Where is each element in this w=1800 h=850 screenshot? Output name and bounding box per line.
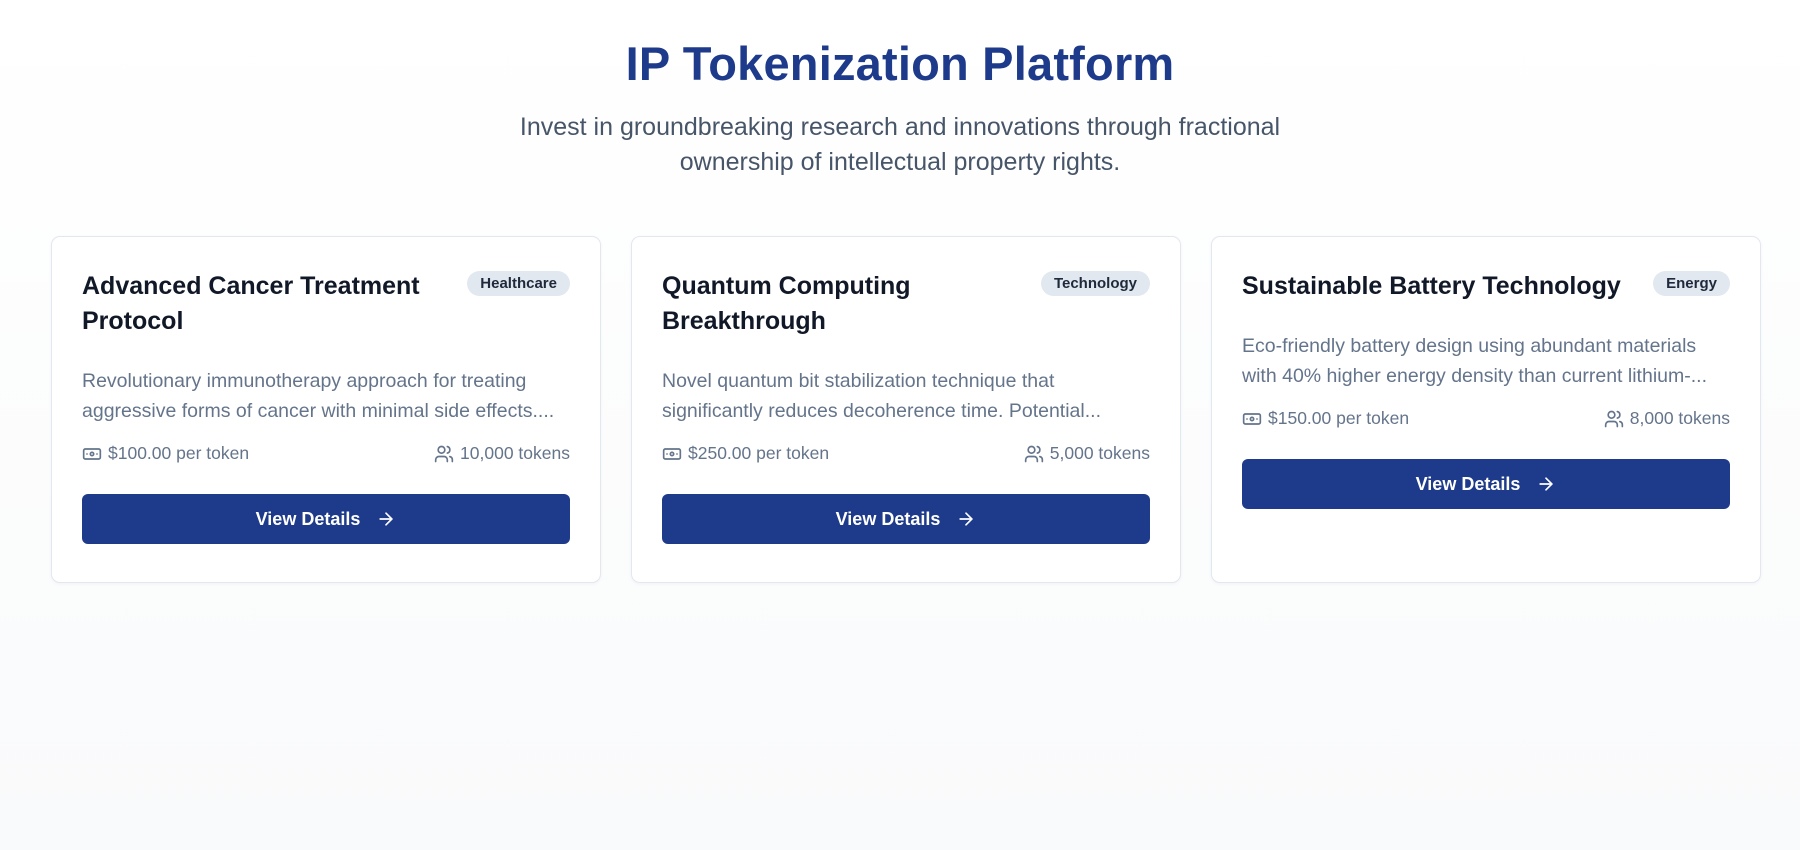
card-meta: $150.00 per token 8,000 tokens (1242, 408, 1730, 429)
price-label: $250.00 per token (688, 443, 830, 463)
supply-label: 8,000 tokens (1629, 408, 1730, 428)
view-details-button[interactable]: View Details (82, 494, 570, 544)
banknote-icon (662, 444, 682, 464)
supply-info: 8,000 tokens (1604, 408, 1730, 429)
banknote-icon (1242, 409, 1262, 429)
category-badge: Technology (1040, 271, 1150, 296)
price-info: $150.00 per token (1242, 408, 1409, 429)
card-title: Quantum Computing Breakthrough (662, 272, 911, 335)
users-icon (1024, 444, 1044, 464)
card-header: Sustainable Battery Technology Energy (1242, 269, 1730, 304)
supply-label: 10,000 tokens (460, 443, 570, 463)
arrow-right-icon (1536, 474, 1556, 494)
ip-card: Sustainable Battery Technology Energy Ec… (1211, 236, 1761, 583)
card-header: Advanced Cancer Treatment Protocol Healt… (82, 269, 570, 339)
card-header: Quantum Computing Breakthrough Technolog… (662, 269, 1150, 339)
category-badge: Healthcare (467, 271, 570, 296)
price-info: $100.00 per token (82, 443, 249, 464)
ip-card: Quantum Computing Breakthrough Technolog… (631, 236, 1181, 583)
view-details-button[interactable]: View Details (1242, 459, 1730, 509)
users-icon (434, 444, 454, 464)
ip-card-list: Advanced Cancer Treatment Protocol Healt… (51, 236, 1761, 583)
page-header: IP Tokenization Platform Invest in groun… (0, 0, 1800, 180)
arrow-right-icon (956, 509, 976, 529)
ip-card: Advanced Cancer Treatment Protocol Healt… (51, 236, 601, 583)
button-label: View Details (835, 508, 941, 529)
card-description: Eco-friendly battery design using abunda… (1242, 335, 1707, 387)
price-label: $100.00 per token (108, 443, 250, 463)
view-details-button[interactable]: View Details (662, 494, 1150, 544)
page-title: IP Tokenization Platform (625, 37, 1175, 90)
supply-info: 5,000 tokens (1024, 443, 1150, 464)
price-label: $150.00 per token (1268, 408, 1410, 428)
button-label: View Details (255, 508, 361, 529)
button-label: View Details (1415, 473, 1521, 494)
card-title: Sustainable Battery Technology (1242, 272, 1621, 300)
card-title: Advanced Cancer Treatment Protocol (82, 272, 420, 335)
arrow-right-icon (376, 509, 396, 529)
supply-info: 10,000 tokens (434, 443, 570, 464)
card-description: Revolutionary immunotherapy approach for… (82, 370, 555, 422)
users-icon (1604, 409, 1624, 429)
category-badge: Energy (1653, 271, 1730, 296)
supply-label: 5,000 tokens (1049, 443, 1150, 463)
price-info: $250.00 per token (662, 443, 829, 464)
card-meta: $100.00 per token 10,000 tokens (82, 443, 570, 464)
card-description: Novel quantum bit stabilization techniqu… (662, 370, 1101, 422)
card-meta: $250.00 per token 5,000 tokens (662, 443, 1150, 464)
page-subtitle: Invest in groundbreaking research and in… (519, 112, 1281, 176)
banknote-icon (82, 444, 102, 464)
